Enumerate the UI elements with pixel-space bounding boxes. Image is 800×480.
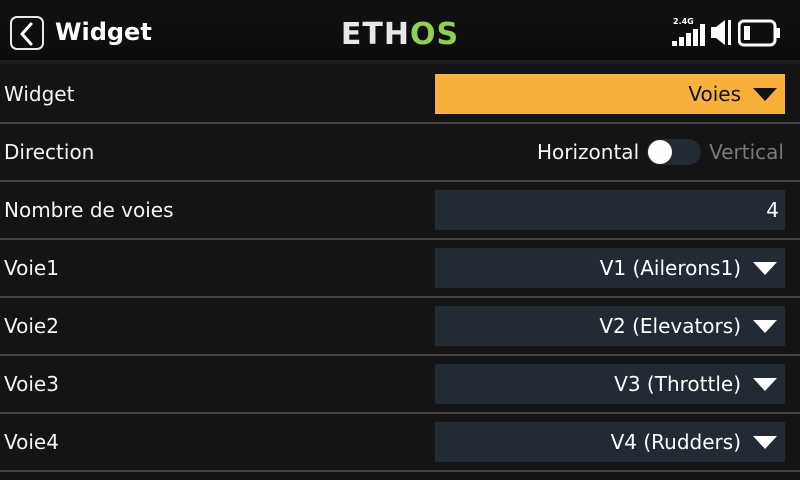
back-chevron-icon [20, 22, 33, 46]
channel2-label: Voie2 [4, 314, 59, 338]
channel-count-label: Nombre de voies [4, 198, 174, 222]
widget-select[interactable]: Voies [435, 74, 785, 114]
channel3-select-value: V3 (Throttle) [614, 372, 741, 396]
channel4-select-value: V4 (Rudders) [610, 430, 741, 454]
channel-count-field[interactable]: 4 [435, 190, 785, 230]
toggle-knob [648, 140, 673, 164]
direction-toggle[interactable] [647, 139, 702, 165]
status-area: 2.4G [672, 14, 792, 50]
channel1-select-value: V1 (Ailerons1) [599, 256, 741, 280]
channel1-select[interactable]: V1 (Ailerons1) [435, 248, 785, 288]
row-direction: Direction Horizontal Vertical [0, 124, 800, 182]
settings-list: Widget Voies Direction Horizontal Vertic… [0, 66, 800, 472]
header-bar: Widget ETHOS 2.4G [0, 0, 800, 64]
screen: Widget ETHOS 2.4G Widget Voies Direction… [0, 0, 800, 480]
speaker-icon [711, 20, 731, 45]
ethos-logo: ETHOS [341, 17, 459, 50]
direction-toggle-group: Horizontal Vertical [537, 124, 784, 180]
channel1-label: Voie1 [4, 256, 59, 280]
row-channel4: Voie4 V4 (Rudders) [0, 414, 800, 472]
channel3-label: Voie3 [4, 372, 59, 396]
channel-count-value: 4 [766, 198, 779, 222]
row-widget: Widget Voies [0, 66, 800, 124]
channel3-select[interactable]: V3 (Throttle) [435, 364, 785, 404]
header-divider [0, 60, 800, 64]
radio-band-label: 2.4G [673, 17, 694, 26]
direction-option-vertical[interactable]: Vertical [709, 140, 784, 164]
direction-label: Direction [4, 140, 95, 164]
dropdown-triangle-icon [753, 262, 777, 275]
channel2-select-value: V2 (Elevators) [599, 314, 741, 338]
channel2-select[interactable]: V2 (Elevators) [435, 306, 785, 346]
dropdown-triangle-icon [753, 88, 777, 101]
channel4-label: Voie4 [4, 430, 59, 454]
row-channel3: Voie3 V3 (Throttle) [0, 356, 800, 414]
battery-icon [738, 19, 780, 47]
direction-option-horizontal[interactable]: Horizontal [537, 140, 639, 164]
widget-label: Widget [4, 82, 75, 106]
channel4-select[interactable]: V4 (Rudders) [435, 422, 785, 462]
logo-text: ETHOS [341, 17, 459, 50]
back-button[interactable] [10, 16, 44, 50]
row-channel1: Voie1 V1 (Ailerons1) [0, 240, 800, 298]
row-channel-count: Nombre de voies 4 [0, 182, 800, 240]
widget-select-value: Voies [688, 82, 741, 106]
page-title: Widget [55, 18, 152, 46]
dropdown-triangle-icon [753, 378, 777, 391]
dropdown-triangle-icon [753, 320, 777, 333]
row-channel2: Voie2 V2 (Elevators) [0, 298, 800, 356]
dropdown-triangle-icon [753, 436, 777, 449]
